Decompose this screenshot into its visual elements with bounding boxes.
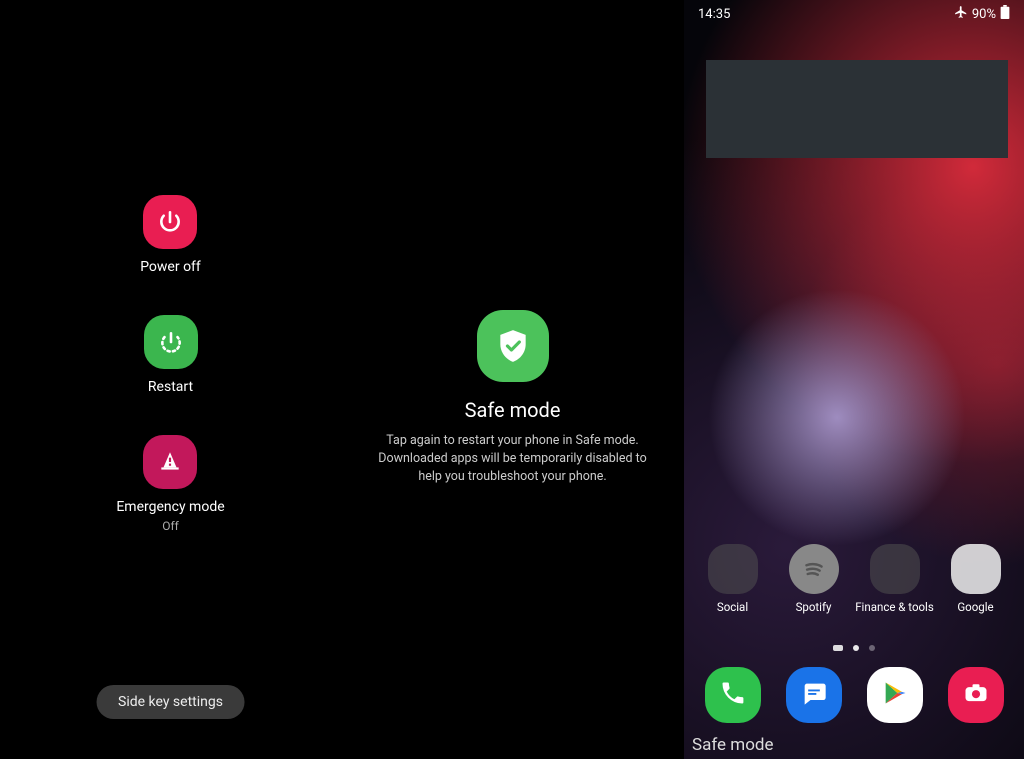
home-screen: 14:35 90% Social Spotify — [684, 0, 1024, 759]
app-label: Finance & tools — [855, 600, 934, 614]
page-dot — [853, 645, 859, 651]
app-label: Social — [717, 600, 748, 614]
power-off-button[interactable]: Power off — [140, 195, 201, 275]
shield-check-icon — [477, 310, 549, 382]
folder-icon — [951, 544, 1001, 594]
home-page-dot — [833, 645, 843, 651]
dock-camera-app[interactable] — [948, 667, 1004, 723]
folder-icon — [870, 544, 920, 594]
widget-placeholder[interactable] — [706, 60, 1008, 158]
power-icon — [143, 195, 197, 249]
page-dot — [869, 645, 875, 651]
safe-mode-badge: Safe mode — [692, 735, 774, 755]
messages-icon — [800, 679, 828, 711]
camera-icon — [962, 679, 990, 711]
app-row: Social Spotify Finance & tools Google — [684, 544, 1024, 614]
power-off-label: Power off — [140, 259, 201, 275]
page-indicator — [684, 645, 1024, 651]
power-menu-screen: Power off Restart Emergency mode Off Sid… — [0, 0, 341, 759]
folder-icon — [708, 544, 758, 594]
dock-phone-app[interactable] — [705, 667, 761, 723]
spotify-icon — [789, 544, 839, 594]
safe-mode-confirm-screen: Safe mode Tap again to restart your phon… — [341, 0, 684, 759]
side-key-settings-button[interactable]: Side key settings — [96, 685, 245, 719]
emergency-mode-button[interactable]: Emergency mode Off — [116, 435, 224, 533]
side-key-label: Side key settings — [118, 694, 223, 710]
app-google-folder[interactable]: Google — [937, 544, 1015, 614]
safe-mode-description: Tap again to restart your phone in Safe … — [367, 432, 658, 486]
dock-play-store-app[interactable] — [867, 667, 923, 723]
battery-percent: 90% — [972, 7, 996, 22]
emergency-label: Emergency mode — [116, 499, 224, 515]
phone-icon — [719, 679, 747, 711]
dock — [684, 667, 1024, 723]
battery-icon — [1000, 5, 1010, 23]
safe-mode-confirm[interactable]: Safe mode Tap again to restart your phon… — [341, 310, 684, 486]
airplane-mode-icon — [954, 5, 968, 23]
emergency-state: Off — [162, 519, 179, 533]
play-store-icon — [881, 679, 909, 711]
app-label: Spotify — [796, 600, 832, 614]
app-label: Google — [957, 600, 993, 614]
restart-label: Restart — [148, 379, 193, 395]
status-time: 14:35 — [698, 7, 730, 22]
restart-button[interactable]: Restart — [144, 315, 198, 395]
safe-mode-title: Safe mode — [465, 398, 561, 422]
dock-messages-app[interactable] — [786, 667, 842, 723]
app-social-folder[interactable]: Social — [694, 544, 772, 614]
emergency-icon — [143, 435, 197, 489]
app-spotify[interactable]: Spotify — [775, 544, 853, 614]
app-finance-folder[interactable]: Finance & tools — [856, 544, 934, 614]
power-menu-list: Power off Restart Emergency mode Off — [0, 195, 341, 533]
restart-icon — [144, 315, 198, 369]
status-bar: 14:35 90% — [684, 0, 1024, 28]
